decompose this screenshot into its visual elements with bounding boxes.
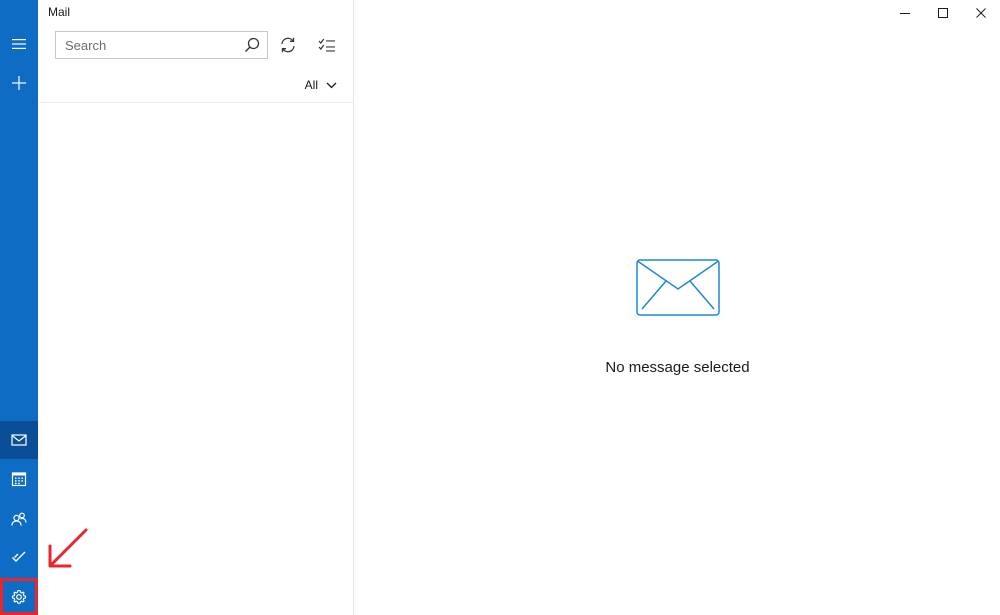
- no-message-text: No message selected: [605, 359, 750, 376]
- calendar-icon: [11, 472, 27, 487]
- list-divider: [38, 102, 353, 103]
- sync-button[interactable]: [276, 33, 300, 57]
- checklist-icon: [318, 38, 335, 52]
- chevron-down-icon: [326, 82, 337, 88]
- empty-state: No message selected: [355, 0, 1000, 615]
- gear-icon: [11, 589, 27, 604]
- new-mail-button[interactable]: [0, 64, 38, 102]
- filter-label: All: [304, 78, 318, 92]
- plus-icon: [12, 76, 26, 90]
- hamburger-icon: [12, 39, 26, 49]
- hamburger-menu-button[interactable]: [0, 25, 38, 63]
- search-input[interactable]: [56, 32, 236, 58]
- search-icon[interactable]: [243, 36, 261, 54]
- reading-pane: No message selected: [355, 0, 1000, 615]
- settings-nav-button[interactable]: [0, 578, 38, 615]
- app-title: Mail: [48, 5, 71, 19]
- todo-nav-button[interactable]: [0, 538, 38, 576]
- calendar-nav-button[interactable]: [0, 460, 38, 498]
- sync-icon: [281, 37, 295, 53]
- search-box[interactable]: [55, 31, 268, 59]
- checkmark-icon: [12, 551, 26, 562]
- filter-dropdown[interactable]: All: [305, 78, 337, 92]
- people-nav-button[interactable]: [0, 500, 38, 538]
- people-icon: [11, 512, 27, 526]
- navigation-rail: [0, 0, 38, 615]
- envelope-icon: [636, 259, 720, 316]
- mail-nav-button[interactable]: [0, 421, 38, 459]
- selection-mode-button[interactable]: [315, 33, 339, 57]
- message-list-pane: Mail All: [38, 0, 354, 615]
- mail-icon: [11, 434, 27, 446]
- annotation-arrow-icon: [48, 528, 88, 568]
